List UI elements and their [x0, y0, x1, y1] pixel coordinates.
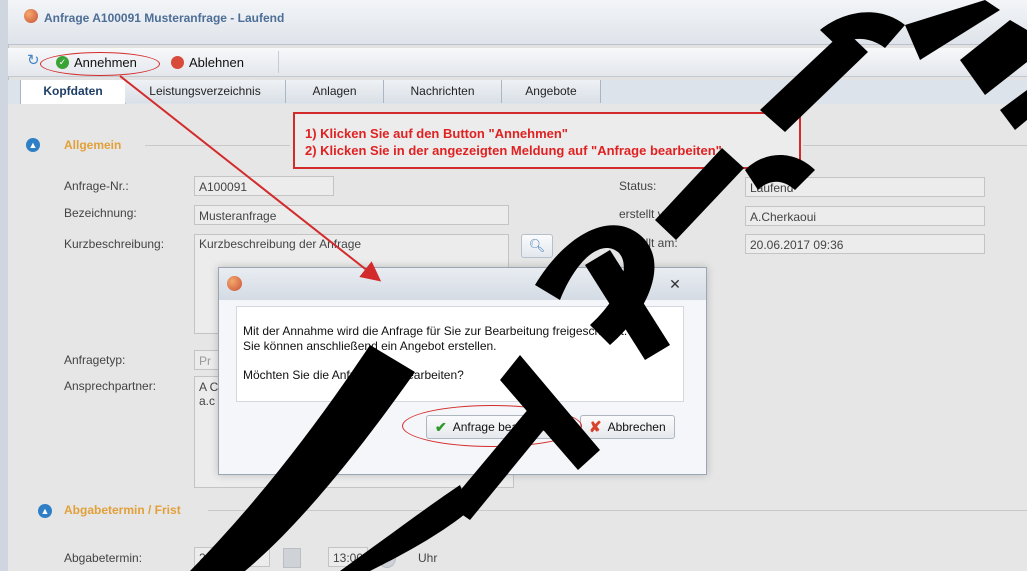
app-window: Anfrage A100091 Musteranfrage - Laufend …	[0, 0, 1027, 571]
annotation-arrow	[119, 75, 382, 282]
